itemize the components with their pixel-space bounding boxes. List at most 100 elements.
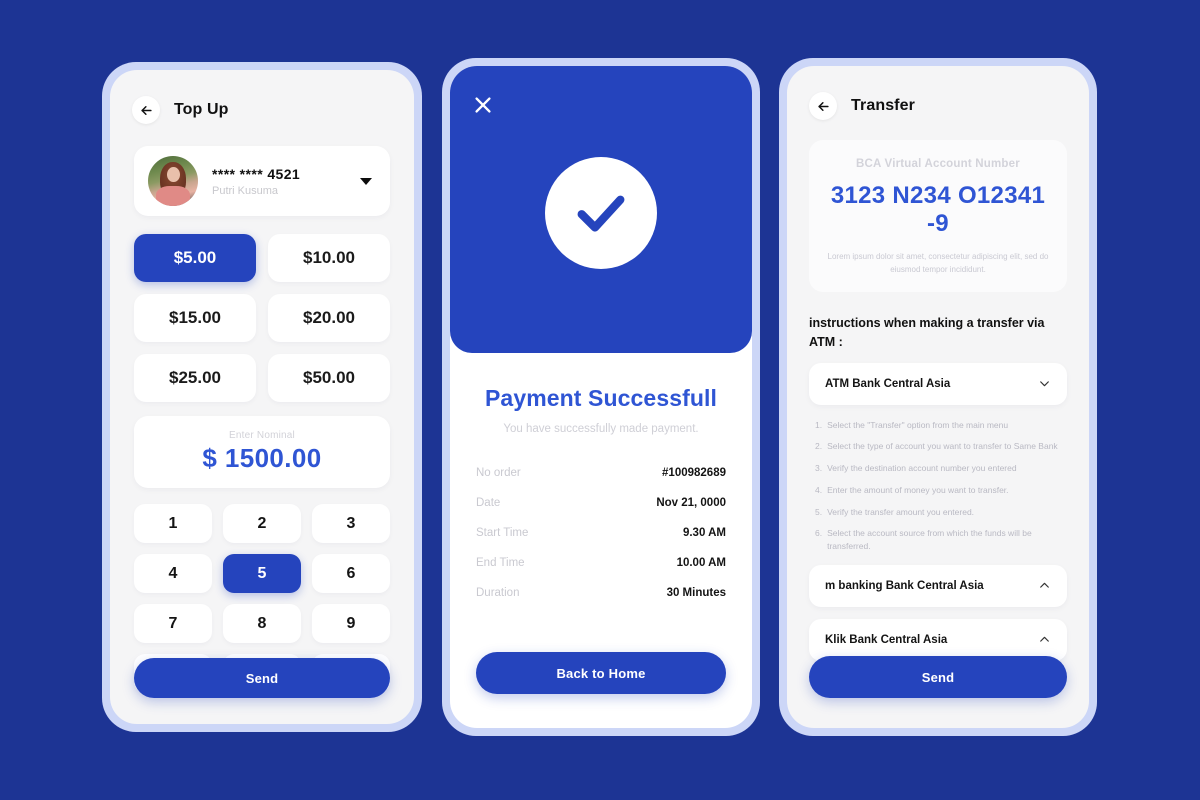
keypad-key-2[interactable]: 2 bbox=[223, 504, 301, 543]
success-screen: Payment Successfull You have successfull… bbox=[450, 66, 752, 728]
chevron-up-icon bbox=[1040, 583, 1049, 589]
virtual-account-card: BCA Virtual Account Number 3123 N234 O12… bbox=[809, 140, 1067, 293]
phone-topup: Top Up **** **** 4521 Putri Kusuma $5.00… bbox=[102, 62, 422, 732]
keypad-key-8[interactable]: 8 bbox=[223, 604, 301, 643]
keypad-key-7[interactable]: 7 bbox=[134, 604, 212, 643]
detail-row: Duration 30 Minutes bbox=[476, 587, 726, 599]
keypad-key-1[interactable]: 1 bbox=[134, 504, 212, 543]
step-number: 4. bbox=[815, 484, 823, 495]
close-button[interactable] bbox=[472, 94, 494, 116]
virtual-account-description: Lorem ipsum dolor sit amet, consectetur … bbox=[827, 252, 1049, 275]
topup-screen: Top Up **** **** 4521 Putri Kusuma $5.00… bbox=[110, 70, 414, 724]
topup-body: **** **** 4521 Putri Kusuma $5.00 $10.00… bbox=[110, 146, 414, 693]
avatar bbox=[148, 156, 198, 206]
account-holder: Putri Kusuma bbox=[212, 184, 279, 197]
account-selector[interactable]: **** **** 4521 Putri Kusuma bbox=[134, 146, 390, 216]
accordion-label: m banking Bank Central Asia bbox=[825, 579, 984, 592]
success-hero bbox=[450, 66, 752, 353]
step-number: 1. bbox=[815, 419, 823, 430]
back-button[interactable] bbox=[132, 96, 160, 124]
amount-option[interactable]: $5.00 bbox=[134, 234, 256, 282]
nominal-value: $ 1500.00 bbox=[202, 443, 322, 473]
phone-payment-success: Payment Successfull You have successfull… bbox=[442, 58, 760, 736]
success-title: Payment Successfull bbox=[484, 385, 717, 411]
accordion-label: Klik Bank Central Asia bbox=[825, 633, 948, 646]
transfer-header: Transfer bbox=[787, 66, 1089, 120]
send-button[interactable]: Send bbox=[134, 658, 390, 698]
detail-value: 10.00 AM bbox=[676, 557, 726, 569]
instruction-step: 6. Select the account source from which … bbox=[815, 527, 1067, 553]
page-title: Top Up bbox=[174, 101, 229, 118]
detail-value: 9.30 AM bbox=[682, 527, 726, 539]
detail-key: Date bbox=[476, 497, 501, 509]
amount-option[interactable]: $10.00 bbox=[268, 234, 390, 282]
step-text: Select the type of account you want to t… bbox=[827, 441, 1058, 452]
success-check-badge bbox=[545, 156, 657, 269]
transfer-screen: Transfer BCA Virtual Account Number 3123… bbox=[787, 66, 1089, 728]
amount-options: $5.00 $10.00 $15.00 $20.00 $25.00 $50.00 bbox=[134, 234, 390, 402]
keypad-key-5[interactable]: 5 bbox=[223, 554, 301, 593]
accordion-mbanking-bca[interactable]: m banking Bank Central Asia bbox=[809, 564, 1067, 607]
detail-row: Date Nov 21, 0000 bbox=[476, 497, 726, 509]
step-text: Verify the destination account number yo… bbox=[827, 463, 1017, 474]
detail-key: End Time bbox=[476, 557, 525, 569]
detail-row: End Time 10.00 AM bbox=[476, 557, 726, 569]
instruction-step: 5. Verify the transfer amount you entere… bbox=[815, 506, 1067, 519]
accordion-atm-bca[interactable]: ATM Bank Central Asia bbox=[809, 362, 1067, 405]
chevron-down-icon bbox=[1040, 381, 1049, 387]
avatar-face bbox=[167, 167, 180, 182]
topup-header: Top Up bbox=[110, 70, 414, 124]
avatar-body bbox=[156, 186, 190, 206]
amount-option[interactable]: $15.00 bbox=[134, 294, 256, 342]
instruction-step: 1. Select the "Transfer" option from the… bbox=[815, 419, 1067, 432]
step-text: Verify the transfer amount you entered. bbox=[827, 506, 975, 517]
accordion-klik-bca[interactable]: Klik Bank Central Asia bbox=[809, 618, 1067, 661]
step-number: 6. bbox=[815, 528, 823, 539]
phone-transfer: Transfer BCA Virtual Account Number 3123… bbox=[779, 58, 1097, 736]
detail-value: #100982689 bbox=[662, 467, 726, 479]
instructions-title: instructions when making a transfer via … bbox=[809, 316, 1045, 349]
chevron-up-icon bbox=[1040, 637, 1049, 643]
account-number: **** **** 4521 bbox=[212, 165, 301, 182]
detail-value: 30 Minutes bbox=[666, 587, 726, 599]
arrow-left-icon bbox=[140, 105, 152, 115]
transfer-body: BCA Virtual Account Number 3123 N234 O12… bbox=[787, 140, 1089, 661]
success-body: Payment Successfull You have successfull… bbox=[450, 385, 752, 599]
detail-row: Start Time 9.30 AM bbox=[476, 527, 726, 539]
step-number: 5. bbox=[815, 506, 823, 517]
account-text: **** **** 4521 Putri Kusuma bbox=[212, 166, 360, 197]
step-text: Select the account source from which the… bbox=[827, 528, 1032, 552]
success-subtitle: You have successfully made payment. bbox=[503, 423, 699, 435]
detail-row: No order #100982689 bbox=[476, 467, 726, 479]
step-number: 3. bbox=[815, 463, 823, 474]
nominal-field[interactable]: Enter Nominal $ 1500.00 bbox=[134, 416, 390, 488]
amount-option[interactable]: $50.00 bbox=[268, 354, 390, 402]
amount-option[interactable]: $20.00 bbox=[268, 294, 390, 342]
keypad-key-3[interactable]: 3 bbox=[312, 504, 390, 543]
detail-key: Start Time bbox=[476, 527, 529, 539]
instruction-step: 3. Verify the destination account number… bbox=[815, 462, 1067, 475]
instruction-step: 4. Enter the amount of money you want to… bbox=[815, 484, 1067, 497]
keypad-key-6[interactable]: 6 bbox=[312, 554, 390, 593]
back-button[interactable] bbox=[809, 92, 837, 120]
keypad-key-4[interactable]: 4 bbox=[134, 554, 212, 593]
step-text: Enter the amount of money you want to tr… bbox=[827, 484, 1009, 495]
arrow-left-icon bbox=[817, 101, 829, 111]
page-title: Transfer bbox=[851, 97, 915, 114]
screenshot-canvas: Top Up **** **** 4521 Putri Kusuma $5.00… bbox=[0, 0, 1200, 800]
success-footer: Back to Home bbox=[450, 652, 752, 694]
topup-footer: Send bbox=[110, 658, 414, 698]
send-button[interactable]: Send bbox=[809, 656, 1067, 698]
virtual-account-number: 3123 N234 O12341 -9 bbox=[830, 182, 1046, 237]
step-number: 2. bbox=[815, 441, 823, 452]
keypad-key-9[interactable]: 9 bbox=[312, 604, 390, 643]
transaction-details: No order #100982689 Date Nov 21, 0000 St… bbox=[476, 467, 726, 599]
caret-down-icon[interactable] bbox=[360, 177, 372, 185]
nominal-label: Enter Nominal bbox=[229, 430, 295, 441]
detail-value: Nov 21, 0000 bbox=[656, 497, 726, 509]
check-icon bbox=[577, 195, 625, 232]
instruction-steps: 1. Select the "Transfer" option from the… bbox=[809, 419, 1067, 553]
transfer-footer: Send bbox=[787, 656, 1089, 698]
back-to-home-button[interactable]: Back to Home bbox=[476, 652, 726, 694]
amount-option[interactable]: $25.00 bbox=[134, 354, 256, 402]
